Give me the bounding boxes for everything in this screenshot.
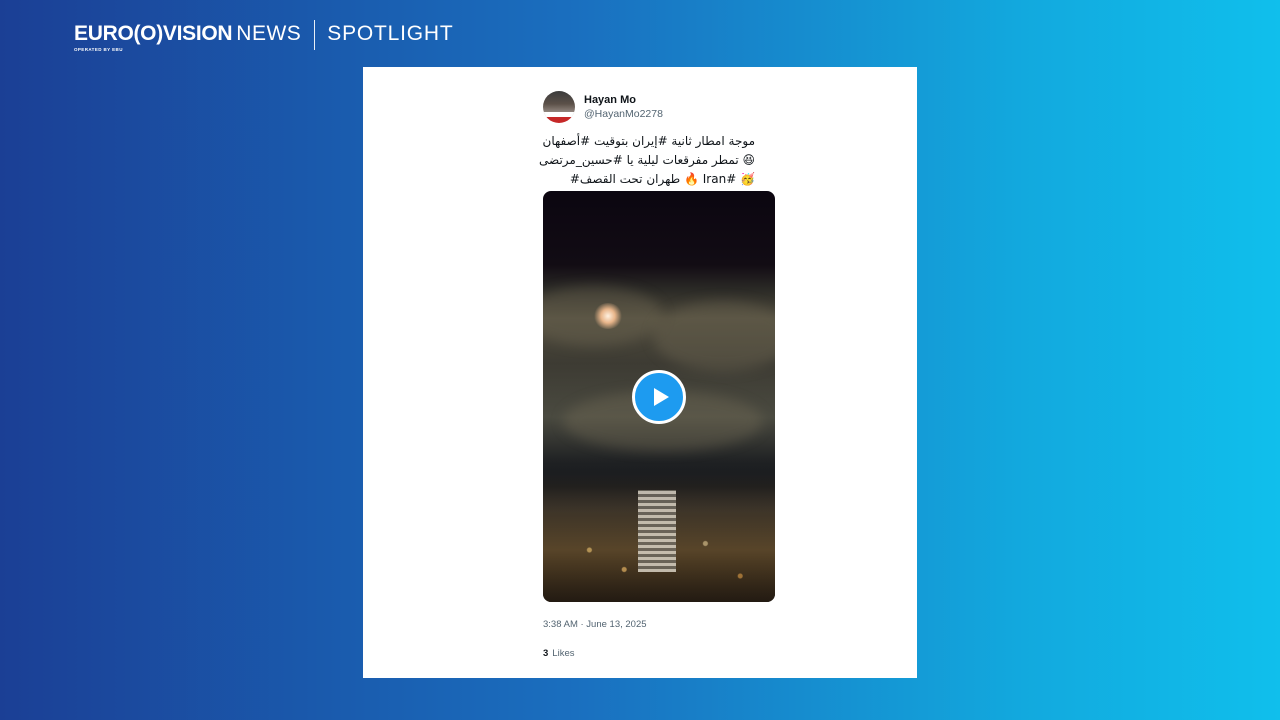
- play-button[interactable]: [632, 370, 686, 424]
- tower-building: [638, 490, 676, 572]
- likes-number: 3: [543, 648, 549, 659]
- avatar[interactable]: [543, 91, 575, 123]
- author-handle[interactable]: @HayanMo2278: [584, 107, 663, 122]
- author-info: Hayan Mo @HayanMo2278: [584, 93, 663, 122]
- tweet-text-line: 😆 تمطر مفرقعات ليلية يا #حسين_مرتضى: [539, 153, 755, 167]
- section-title: SPOTLIGHT: [327, 22, 454, 45]
- brand-subtitle: OPERATED BY EBU: [74, 47, 123, 52]
- brand-news: NEWS: [236, 22, 302, 45]
- video-frame-cloud: [653, 301, 775, 371]
- brand-logo: EURO(O)VISION NEWS OPERATED BY EBU: [74, 20, 301, 52]
- tweet-text-line: موجة امطار ثانية #إيران بتوقيت #أصفهان: [542, 134, 755, 148]
- tweet-timestamp[interactable]: 3:38 AM · June 13, 2025: [543, 619, 647, 630]
- likes-count[interactable]: 3 Likes: [543, 648, 574, 659]
- author-name[interactable]: Hayan Mo: [584, 93, 663, 107]
- play-icon: [653, 388, 669, 406]
- flag-icon: [543, 112, 575, 123]
- tweet-text: موجة امطار ثانية #إيران بتوقيت #أصفهان 😆…: [539, 132, 755, 189]
- eurovision-news-logo: EURO(O)VISION NEWS OPERATED BY EBU SPOTLI…: [74, 20, 454, 54]
- brand-divider: [314, 20, 316, 50]
- video-player[interactable]: [543, 191, 775, 602]
- explosion-flash: [593, 303, 623, 329]
- tweet-text-line: 🥳 #Iran 🔥 طهران تحت القصف#: [569, 172, 755, 186]
- tweet-card: Hayan Mo @HayanMo2278 موجة امطار ثانية #…: [363, 67, 917, 678]
- brand-main: EURO(O)VISION: [74, 22, 233, 45]
- likes-label: Likes: [552, 648, 575, 659]
- tweet-author[interactable]: Hayan Mo @HayanMo2278: [543, 91, 663, 123]
